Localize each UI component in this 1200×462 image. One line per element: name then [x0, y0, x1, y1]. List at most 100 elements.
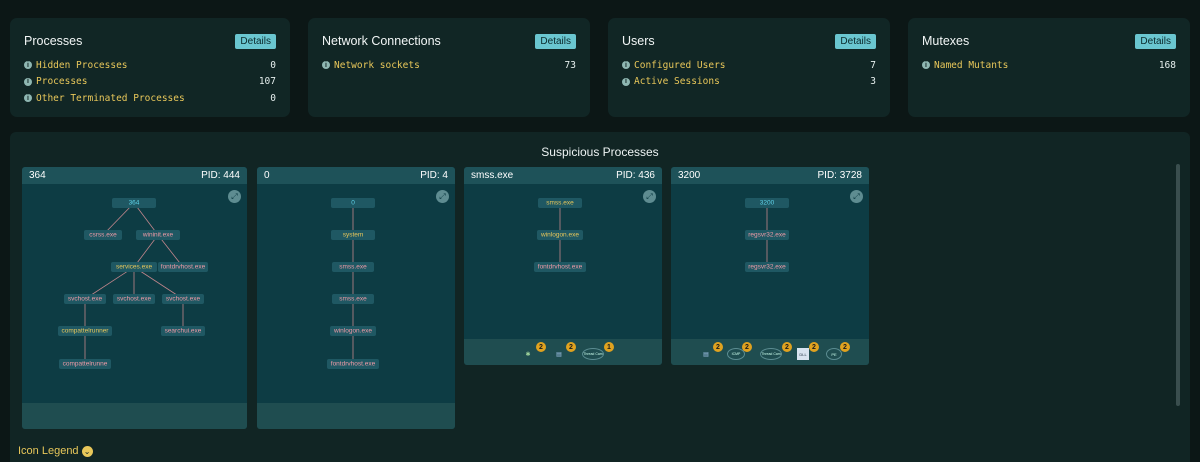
- stat-row: i Configured Users 7: [622, 57, 876, 74]
- tree-node[interactable]: smss.exe: [332, 294, 374, 304]
- svg-text:winlogon.exe: winlogon.exe: [540, 232, 579, 239]
- svg-text:winlogon.exe: winlogon.exe: [333, 328, 372, 335]
- stat-value: 0: [270, 59, 276, 71]
- tree-node[interactable]: fontdrvhost.exe: [158, 262, 208, 272]
- svg-text:smss.exe: smss.exe: [339, 264, 367, 271]
- icon-legend-toggle[interactable]: Icon Legend ⌄: [18, 445, 93, 457]
- svg-text:searchui.exe: searchui.exe: [165, 328, 202, 335]
- named-mutants-link[interactable]: Named Mutants: [934, 60, 1008, 71]
- processes-link[interactable]: Processes: [36, 76, 87, 87]
- dll-icon[interactable]: DLL: [797, 348, 809, 360]
- tree-node[interactable]: smss.exe: [538, 198, 582, 208]
- file-icon[interactable]: ▤: [700, 348, 712, 360]
- stat-row: i Active Sessions 3: [622, 74, 876, 91]
- count-badge: 2: [536, 342, 546, 352]
- card-mutexes: Mutexes Details i Named Mutants 168: [908, 18, 1190, 117]
- details-button[interactable]: Details: [535, 33, 576, 49]
- card-title: Users: [622, 34, 655, 48]
- card-title: Network Connections: [322, 34, 441, 48]
- hidden-processes-link[interactable]: Hidden Processes: [36, 60, 128, 71]
- tree-node[interactable]: 3200: [745, 198, 789, 208]
- svg-text:3200: 3200: [760, 200, 775, 207]
- tree-node[interactable]: 364: [112, 198, 156, 208]
- configured-users-link[interactable]: Configured Users: [634, 60, 726, 71]
- process-card-0: 0 PID: 4 ⤢ 0 system smss.exe smss.exe wi…: [257, 167, 455, 429]
- stat-value: 3: [870, 76, 876, 88]
- tree-node[interactable]: searchui.exe: [161, 326, 205, 336]
- active-sessions-link[interactable]: Active Sessions: [634, 76, 720, 87]
- tree-node[interactable]: smss.exe: [332, 262, 374, 272]
- process-pid: PID: 436: [616, 170, 655, 181]
- tree-node[interactable]: svchost.exe: [113, 294, 155, 304]
- card-title: Processes: [24, 34, 83, 48]
- process-footer: [257, 403, 455, 429]
- svg-text:fontdrvhost.exe: fontdrvhost.exe: [538, 264, 583, 271]
- svg-text:fontdrvhost.exe: fontdrvhost.exe: [331, 361, 376, 368]
- tree-node[interactable]: regsvr32.exe: [745, 262, 789, 272]
- process-tree: smss.exe winlogon.exe fontdrvhost.exe: [534, 198, 586, 272]
- stat-value: 7: [870, 59, 876, 71]
- tree-node[interactable]: csrss.exe: [84, 230, 122, 240]
- thread-icon[interactable]: Thread Cam: [582, 348, 604, 360]
- tree-node[interactable]: svchost.exe: [162, 294, 204, 304]
- vertical-scrollbar[interactable]: [1176, 164, 1180, 406]
- svg-text:services.exe: services.exe: [116, 264, 153, 271]
- tree-node[interactable]: wininit.exe: [136, 230, 180, 240]
- info-icon: i: [622, 77, 630, 86]
- thread-icon[interactable]: Thread Cam: [760, 348, 782, 360]
- process-name: smss.exe: [471, 170, 514, 181]
- tree-node[interactable]: regsvr32.exe: [745, 230, 789, 240]
- stat-row: i Named Mutants 168: [922, 57, 1176, 74]
- details-button[interactable]: Details: [835, 33, 876, 49]
- svg-text:svchost.exe: svchost.exe: [117, 296, 152, 303]
- process-name: 0: [264, 170, 270, 181]
- process-footer: ✱ 2 ▤ 2 Thread Cam 1: [464, 339, 662, 365]
- svg-text:wininit.exe: wininit.exe: [142, 232, 174, 239]
- process-card-364: 364 PID: 444 ⤢ 364 csrss.exe wininit.exe…: [22, 167, 247, 429]
- tree-node[interactable]: compattelrunne: [59, 359, 111, 369]
- svg-text:svchost.exe: svchost.exe: [166, 296, 201, 303]
- count-badge: 2: [782, 342, 792, 352]
- network-sockets-link[interactable]: Network sockets: [334, 60, 420, 71]
- info-icon: i: [24, 77, 32, 86]
- count-badge: 2: [566, 342, 576, 352]
- stat-row: i Network sockets 73: [322, 57, 576, 74]
- count-badge: 2: [742, 342, 752, 352]
- tree-node[interactable]: compattelrunner: [58, 326, 112, 336]
- tree-node[interactable]: winlogon.exe: [537, 230, 583, 240]
- tree-node[interactable]: fontdrvhost.exe: [327, 359, 379, 369]
- stat-value: 0: [270, 92, 276, 104]
- tree-node[interactable]: 0: [331, 198, 375, 208]
- panel-title: Suspicious Processes: [541, 145, 659, 159]
- tree-node[interactable]: winlogon.exe: [330, 326, 376, 336]
- details-button[interactable]: Details: [235, 33, 276, 49]
- count-badge: 2: [840, 342, 850, 352]
- process-tree: 364 csrss.exe wininit.exe services.exe f…: [58, 198, 208, 369]
- stat-row: i Processes 107: [24, 74, 276, 91]
- process-name: 364: [29, 170, 46, 181]
- svg-text:regsvr32.exe: regsvr32.exe: [748, 232, 786, 239]
- stat-value: 168: [1158, 59, 1176, 71]
- info-icon: i: [322, 61, 330, 70]
- pe-icon[interactable]: PE: [826, 348, 842, 360]
- process-name: 3200: [678, 170, 701, 181]
- count-badge: 2: [809, 342, 819, 352]
- file-icon[interactable]: ▤: [553, 348, 565, 360]
- count-badge: 2: [713, 342, 723, 352]
- tree-node[interactable]: system: [331, 230, 375, 240]
- svg-text:364: 364: [129, 200, 140, 207]
- process-footer: ▤ 2 ICMP 2 Thread Cam 2 DLL 2 PE 2: [671, 339, 869, 365]
- tree-node[interactable]: services.exe: [111, 262, 157, 272]
- process-pid: PID: 444: [201, 170, 240, 181]
- terminated-processes-link[interactable]: Other Terminated Processes: [36, 93, 185, 104]
- tree-node[interactable]: svchost.exe: [64, 294, 106, 304]
- info-icon: i: [24, 94, 32, 103]
- tree-node[interactable]: fontdrvhost.exe: [534, 262, 586, 272]
- process-tree: 3200 regsvr32.exe regsvr32.exe: [745, 198, 789, 272]
- svg-text:csrss.exe: csrss.exe: [89, 232, 117, 239]
- stat-row: i Hidden Processes 0: [24, 57, 276, 74]
- svg-text:svchost.exe: svchost.exe: [68, 296, 103, 303]
- bug-icon[interactable]: ✱: [522, 348, 534, 360]
- details-button[interactable]: Details: [1135, 33, 1176, 49]
- card-title: Mutexes: [922, 34, 970, 48]
